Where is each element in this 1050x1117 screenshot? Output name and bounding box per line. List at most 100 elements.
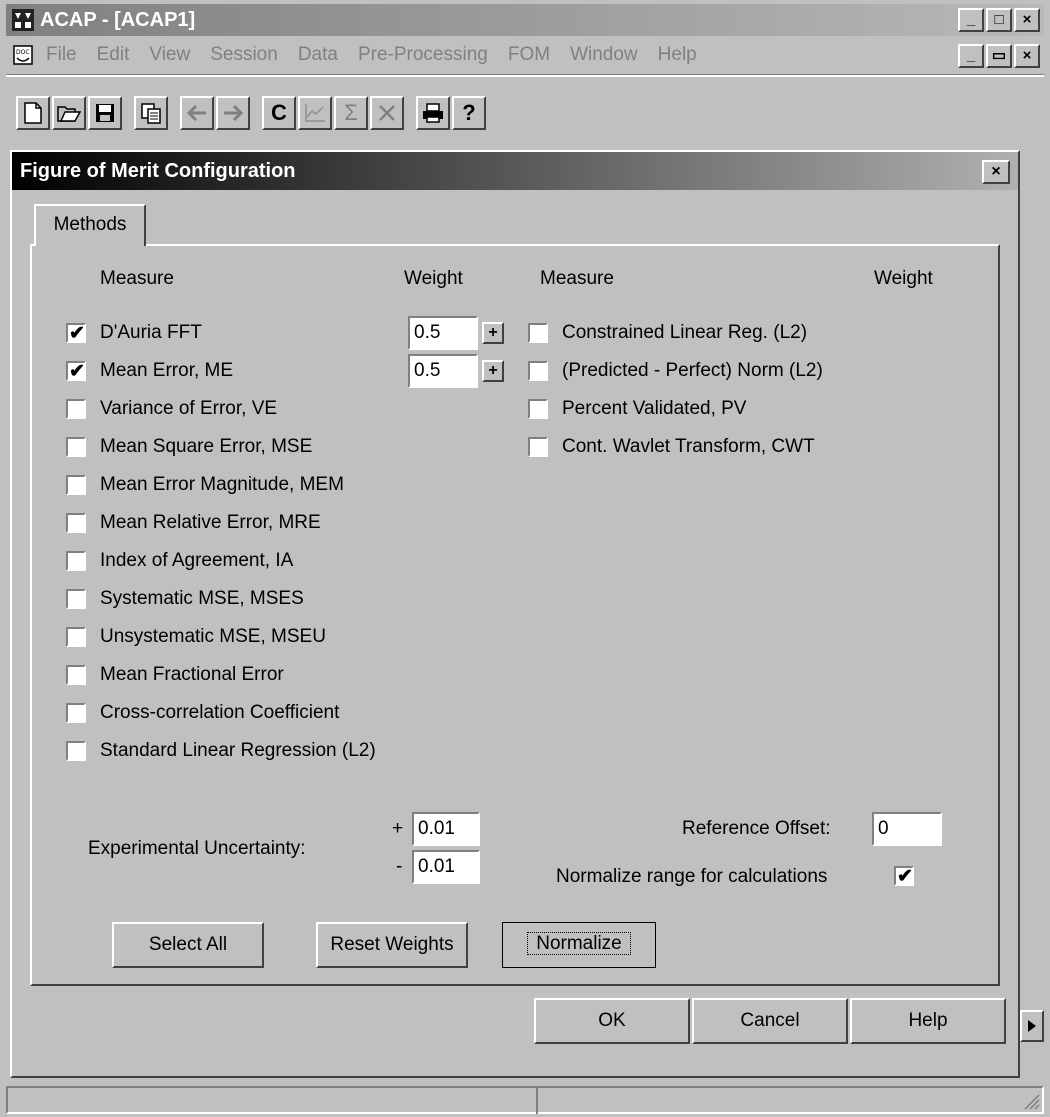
measure-checkbox[interactable] xyxy=(66,741,86,761)
menu-session[interactable]: Session xyxy=(210,44,278,66)
measure-checkbox[interactable] xyxy=(528,399,548,419)
delete-button[interactable] xyxy=(370,96,404,130)
weight-input[interactable]: 0.5 xyxy=(408,354,478,388)
menu-pre-processing[interactable]: Pre-Processing xyxy=(358,44,488,66)
uncertainty-minus-input[interactable]: 0.01 xyxy=(412,850,480,884)
uncertainty-plus-input[interactable]: 0.01 xyxy=(412,812,480,846)
measure-label: Constrained Linear Reg. (L2) xyxy=(562,322,808,343)
minimize-button[interactable]: _ xyxy=(958,8,984,32)
measure-row[interactable]: Variance of Error, VE xyxy=(66,396,277,422)
forward-button[interactable] xyxy=(216,96,250,130)
measure-row[interactable]: Unsystematic MSE, MSEU xyxy=(66,624,326,650)
weight-increment-button[interactable]: + xyxy=(482,322,504,344)
scroll-right-button[interactable] xyxy=(1020,1010,1044,1042)
measure-row[interactable]: Cross-correlation Coefficient xyxy=(66,700,339,726)
reset-weights-button[interactable]: Reset Weights xyxy=(316,922,468,968)
dialog-titlebar: Figure of Merit Configuration × xyxy=(12,152,1018,190)
measure-checkbox[interactable] xyxy=(66,513,86,533)
measure-label: Mean Square Error, MSE xyxy=(100,436,313,457)
ok-button[interactable]: OK xyxy=(534,998,690,1044)
app-window: ACAP - [ACAP1] _ □ × DOC File Edit View … xyxy=(0,0,1050,1117)
measure-checkbox[interactable] xyxy=(66,551,86,571)
menu-help[interactable]: Help xyxy=(658,44,697,66)
measure-row[interactable]: Mean Relative Error, MRE xyxy=(66,510,321,536)
measure-checkbox[interactable] xyxy=(66,399,86,419)
normalize-range-checkbox[interactable]: ✔ xyxy=(894,866,914,887)
save-button[interactable] xyxy=(88,96,122,130)
menu-edit[interactable]: Edit xyxy=(97,44,130,66)
measure-checkbox[interactable] xyxy=(528,437,548,457)
measure-checkbox[interactable] xyxy=(66,475,86,495)
measure-row[interactable]: Mean Error Magnitude, MEM xyxy=(66,472,344,498)
measure-label: Unsystematic MSE, MSEU xyxy=(100,626,326,647)
measure-checkbox[interactable] xyxy=(66,703,86,723)
measure-checkbox[interactable] xyxy=(528,361,548,381)
menu-data[interactable]: Data xyxy=(298,44,338,66)
measure-label: Mean Fractional Error xyxy=(100,664,284,685)
open-button[interactable] xyxy=(52,96,86,130)
right-measure-header: Measure xyxy=(540,268,614,289)
measure-row[interactable]: (Predicted - Perfect) Norm (L2) xyxy=(528,358,823,384)
measure-row[interactable]: Cont. Wavlet Transform, CWT xyxy=(528,434,815,460)
app-logo-icon xyxy=(12,9,34,31)
weight-increment-button[interactable]: + xyxy=(482,360,504,382)
weight-input[interactable]: 0.5 xyxy=(408,316,478,350)
maximize-button[interactable]: □ xyxy=(986,8,1012,32)
resize-grip-icon[interactable] xyxy=(1020,1090,1040,1110)
measure-label: (Predicted - Perfect) Norm (L2) xyxy=(562,360,823,381)
measure-label: Cross-correlation Coefficient xyxy=(100,702,340,723)
measure-checkbox[interactable] xyxy=(528,323,548,343)
new-file-button[interactable] xyxy=(16,96,50,130)
measure-row[interactable]: Constrained Linear Reg. (L2) xyxy=(528,320,807,346)
toolbar: C Σ ? xyxy=(6,74,1044,148)
methods-panel: Measure Weight Measure Weight ✔ D'Auria … xyxy=(30,244,1000,986)
measure-row[interactable]: ✔ D'Auria FFT xyxy=(66,320,202,346)
sigma-button[interactable]: Σ xyxy=(334,96,368,130)
fom-config-dialog: Figure of Merit Configuration × Methods … xyxy=(10,150,1020,1078)
mdi-restore-button[interactable]: ▭ xyxy=(986,44,1012,68)
help-button[interactable]: Help xyxy=(850,998,1006,1044)
normalize-label: Normalize xyxy=(527,932,631,955)
sigma-icon: Σ xyxy=(344,100,358,125)
status-bar xyxy=(6,1086,1044,1114)
cancel-button[interactable]: Cancel xyxy=(692,998,848,1044)
back-button[interactable] xyxy=(180,96,214,130)
document-icon[interactable]: DOC xyxy=(12,44,34,66)
menu-file[interactable]: File xyxy=(46,44,77,66)
help-context-button[interactable]: ? xyxy=(452,96,486,130)
dialog-close-button[interactable]: × xyxy=(982,160,1010,184)
mdi-minimize-button[interactable]: _ xyxy=(958,44,984,68)
measure-label: Mean Error Magnitude, MEM xyxy=(100,474,344,495)
measure-row[interactable]: Index of Agreement, IA xyxy=(66,548,293,574)
measure-row[interactable]: ✔ Mean Error, ME xyxy=(66,358,233,384)
measure-row[interactable]: Standard Linear Regression (L2) xyxy=(66,738,376,764)
measure-checkbox[interactable] xyxy=(66,665,86,685)
menu-window[interactable]: Window xyxy=(570,44,638,66)
c-button[interactable]: C xyxy=(262,96,296,130)
measure-checkbox[interactable] xyxy=(66,437,86,457)
measure-checkbox[interactable]: ✔ xyxy=(66,361,86,382)
reference-offset-input[interactable]: 0 xyxy=(872,812,942,846)
help-icon: ? xyxy=(462,100,476,125)
measure-row[interactable]: Mean Fractional Error xyxy=(66,662,284,688)
close-button[interactable]: × xyxy=(1014,8,1040,32)
copy-button[interactable] xyxy=(134,96,168,130)
measure-row[interactable]: Mean Square Error, MSE xyxy=(66,434,312,460)
select-all-button[interactable]: Select All xyxy=(112,922,264,968)
measure-checkbox[interactable]: ✔ xyxy=(66,323,86,344)
measure-checkbox[interactable] xyxy=(66,589,86,609)
minus-sign-label: - xyxy=(396,856,403,877)
open-folder-icon xyxy=(57,106,81,122)
tab-methods[interactable]: Methods xyxy=(34,204,146,246)
menu-fom[interactable]: FOM xyxy=(508,44,550,66)
measure-checkbox[interactable] xyxy=(66,627,86,647)
print-button[interactable] xyxy=(416,96,450,130)
chart-button[interactable] xyxy=(298,96,332,130)
uncertainty-label: Experimental Uncertainty: xyxy=(88,838,306,859)
normalize-button[interactable]: Normalize xyxy=(502,922,656,968)
mdi-close-button[interactable]: × xyxy=(1014,44,1040,68)
copy-icon xyxy=(141,103,161,124)
measure-row[interactable]: Systematic MSE, MSES xyxy=(66,586,304,612)
measure-row[interactable]: Percent Validated, PV xyxy=(528,396,746,422)
menu-view[interactable]: View xyxy=(149,44,190,66)
